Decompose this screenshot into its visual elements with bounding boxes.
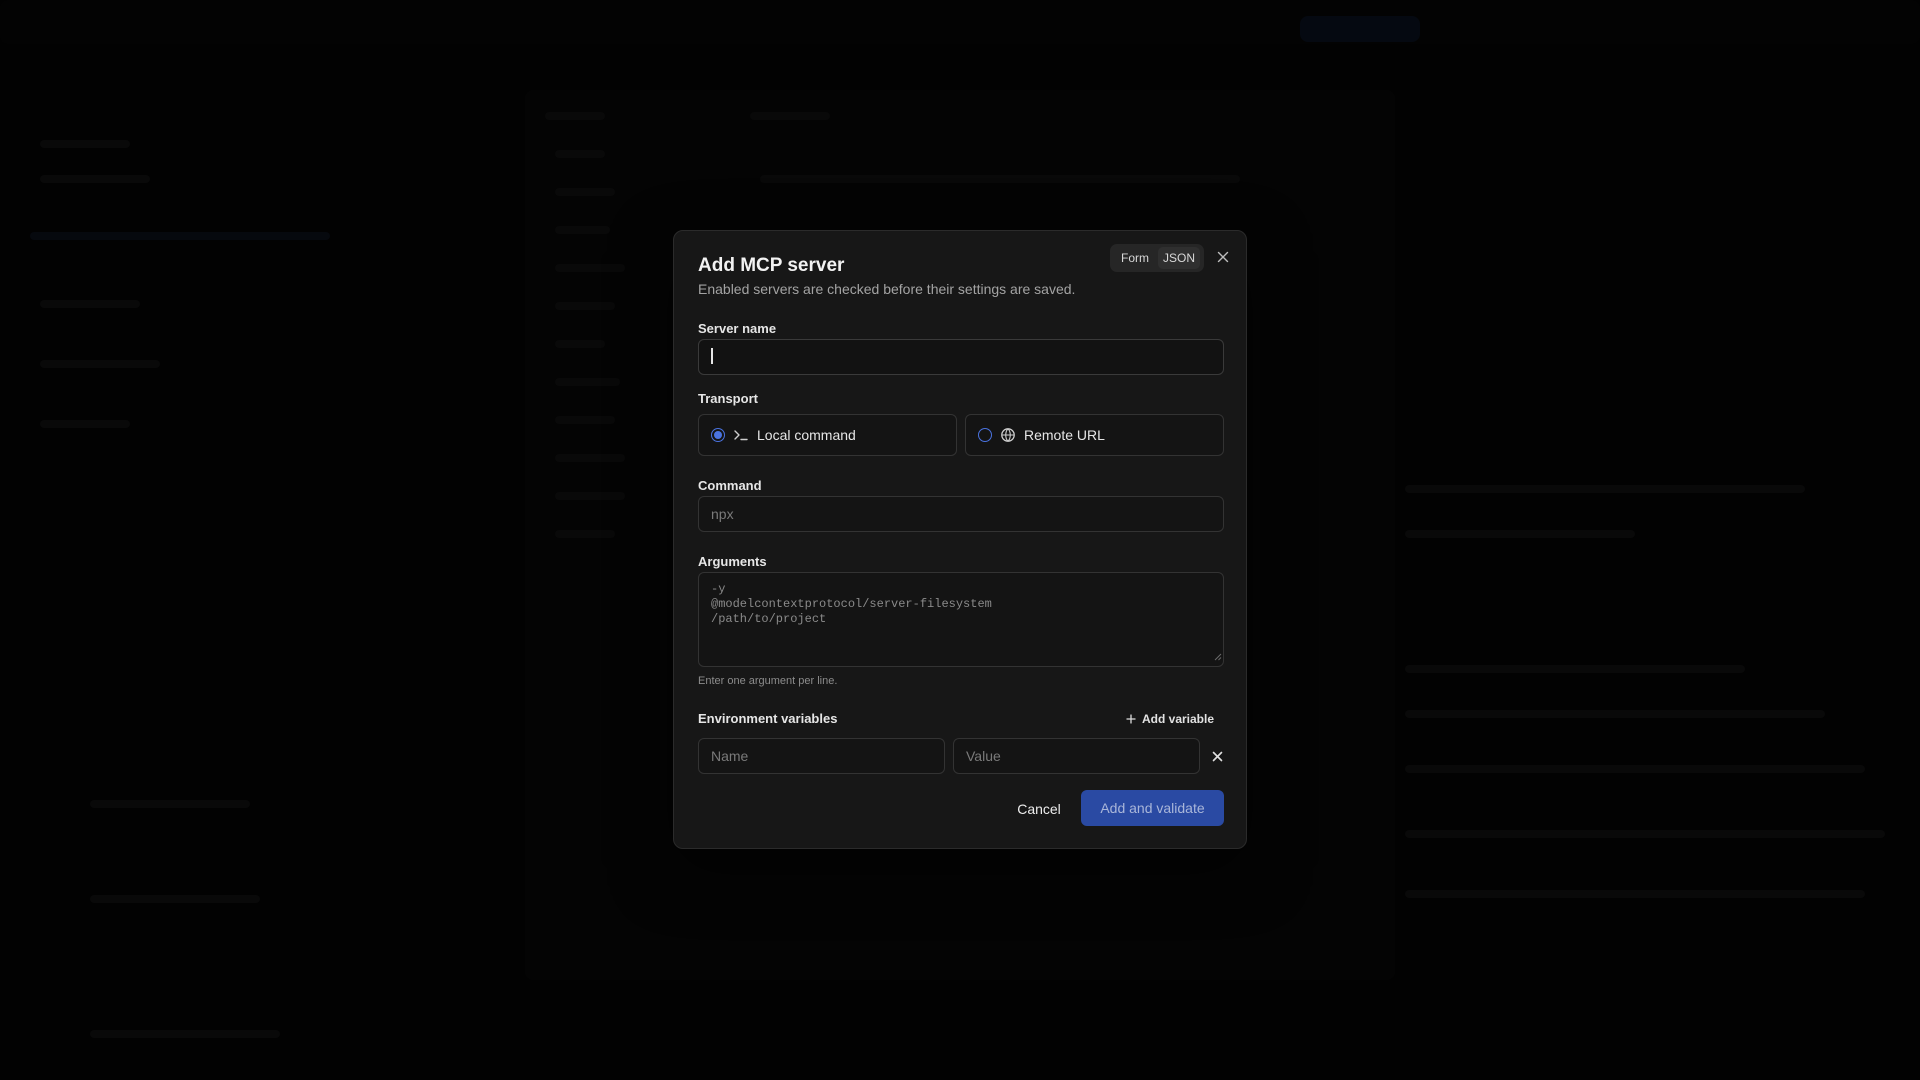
- env-name-input[interactable]: [698, 738, 945, 774]
- add-and-validate-button[interactable]: Add and validate: [1081, 790, 1224, 826]
- transport-option-remote-url[interactable]: Remote URL: [965, 414, 1224, 456]
- env-value-input[interactable]: [953, 738, 1200, 774]
- remove-variable-button[interactable]: [1207, 746, 1227, 766]
- close-button[interactable]: [1212, 246, 1234, 268]
- arguments-hint: Enter one argument per line.: [698, 675, 838, 687]
- arguments-label: Arguments: [698, 554, 767, 569]
- command-input[interactable]: [698, 496, 1224, 532]
- remote-url-label: Remote URL: [1024, 427, 1105, 443]
- mode-toggle: Form JSON: [1110, 244, 1204, 272]
- environment-variables-label: Environment variables: [698, 711, 838, 726]
- mode-form-button[interactable]: Form: [1114, 247, 1156, 269]
- add-mcp-server-dialog: Add MCP server Enabled servers are check…: [673, 230, 1247, 849]
- dialog-subtitle: Enabled servers are checked before their…: [698, 281, 1076, 297]
- radio-checked-icon: [711, 428, 725, 442]
- resize-handle-icon[interactable]: [1214, 653, 1222, 661]
- server-name-input[interactable]: [698, 339, 1224, 375]
- transport-option-local-command[interactable]: Local command: [698, 414, 957, 456]
- command-label: Command: [698, 478, 762, 493]
- plus-icon: [1126, 714, 1136, 724]
- arguments-textarea[interactable]: [698, 572, 1224, 667]
- close-icon: [1217, 251, 1229, 263]
- globe-icon: [1000, 427, 1016, 443]
- text-caret: [711, 348, 713, 364]
- dialog-title: Add MCP server: [698, 255, 845, 276]
- server-name-label: Server name: [698, 321, 777, 336]
- add-variable-label: Add variable: [1142, 712, 1215, 726]
- radio-unchecked-icon: [978, 428, 992, 442]
- cancel-button[interactable]: Cancel: [996, 791, 1082, 827]
- mode-json-button[interactable]: JSON: [1158, 247, 1200, 269]
- local-command-label: Local command: [757, 427, 856, 443]
- add-variable-button[interactable]: Add variable: [1126, 709, 1214, 729]
- terminal-icon: [733, 427, 749, 443]
- transport-label: Transport: [698, 391, 758, 406]
- close-icon: [1212, 751, 1222, 761]
